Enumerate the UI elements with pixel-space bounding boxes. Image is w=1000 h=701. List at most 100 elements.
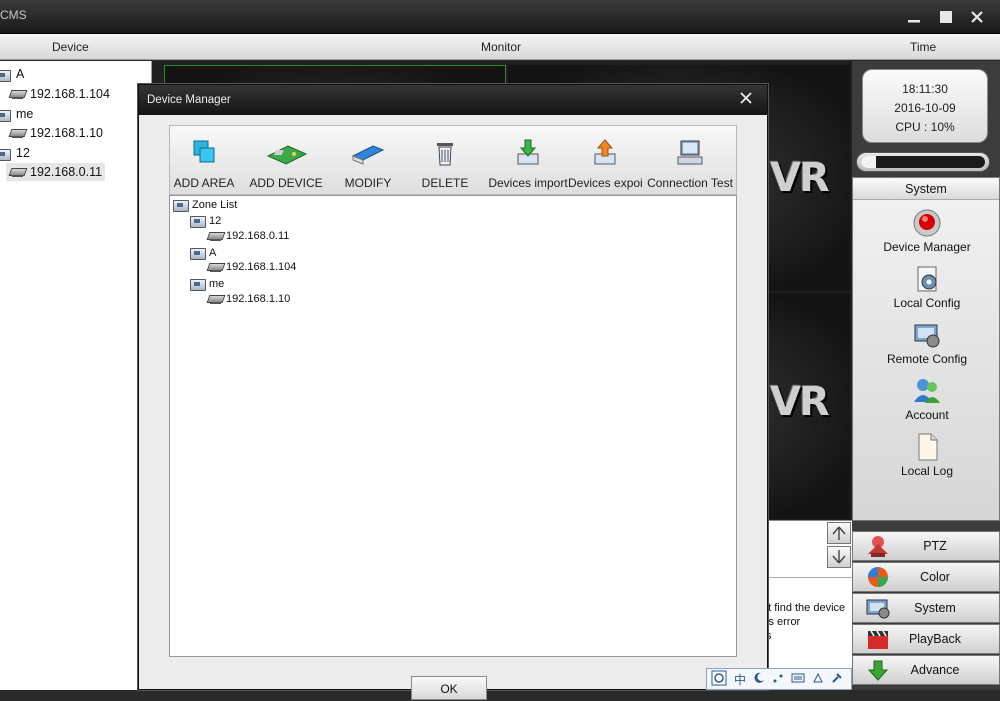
- zone-folder-icon: [190, 277, 206, 291]
- scroll-up-button[interactable]: [827, 522, 851, 544]
- zone-item-a[interactable]: A: [190, 246, 217, 260]
- zone-device-label: 192.168.1.10: [226, 293, 291, 305]
- tree-area-label: 12: [16, 146, 30, 160]
- connection-test-label: Connection Test: [647, 176, 733, 190]
- nav-system-button[interactable]: System: [852, 593, 1000, 623]
- remote-config-label: Remote Config: [886, 352, 968, 366]
- zone-list-label: Zone List: [192, 198, 238, 211]
- zone-device-192-168-1-10[interactable]: 192.168.1.10: [207, 293, 290, 305]
- minimize-icon[interactable]: [903, 6, 925, 28]
- video-watermark: VR: [770, 379, 830, 425]
- device-manager-button[interactable]: Device Manager: [853, 208, 1000, 254]
- nav-playback-label: PlayBack: [908, 632, 962, 646]
- tree-device-label: 192.168.1.10: [30, 126, 103, 140]
- ime-logo-icon[interactable]: [711, 670, 727, 689]
- connection-test-button[interactable]: Connection Test: [644, 132, 736, 192]
- local-config-button[interactable]: Local Config: [853, 264, 1000, 310]
- system-panel: System Device Manager Local Config Remot…: [852, 177, 1000, 521]
- tree-device-192-168-1-104[interactable]: 192.168.1.104: [6, 85, 113, 103]
- tree-area-me[interactable]: me: [0, 105, 36, 123]
- zone-device-label: 192.168.0.11: [226, 230, 290, 242]
- device-manager-label: Device Manager: [883, 240, 971, 254]
- tree-device-label: 192.168.1.104: [30, 87, 110, 101]
- dialog-close-icon[interactable]: [739, 89, 753, 109]
- area-folder-icon: [0, 68, 11, 82]
- dialog-toolbar: ADD AREA ADD DEVICE MODIFY DELETE Device…: [169, 125, 737, 195]
- system-icon: [865, 596, 891, 620]
- account-button[interactable]: Account: [853, 376, 1000, 422]
- local-log-button[interactable]: Local Log: [853, 432, 1000, 478]
- column-header-bar: Device Monitor Time: [0, 34, 1000, 60]
- users-icon: [912, 376, 942, 406]
- nav-playback-button[interactable]: PlayBack: [852, 624, 1000, 654]
- zone-device-192-168-1-104[interactable]: 192.168.1.104: [207, 261, 296, 273]
- ok-button[interactable]: OK: [411, 676, 487, 700]
- dvr-device-icon: [207, 293, 223, 305]
- time-column-header: Time: [910, 40, 937, 54]
- nav-system-label: System: [914, 601, 956, 615]
- modify-label: MODIFY: [344, 176, 392, 190]
- tree-area-label: me: [16, 107, 34, 121]
- clapper-icon: [865, 627, 891, 651]
- nav-color-button[interactable]: Color: [852, 562, 1000, 592]
- nav-ptz-label: PTZ: [923, 539, 947, 553]
- devices-import-button[interactable]: Devices import: [488, 132, 568, 192]
- dvr-device-icon: [207, 230, 223, 242]
- zone-folder-icon: [173, 198, 189, 212]
- delete-button[interactable]: DELETE: [410, 132, 480, 192]
- tree-area-a[interactable]: A: [0, 65, 27, 83]
- tree-device-label: 192.168.0.11: [30, 165, 103, 179]
- ime-language[interactable]: 中: [734, 671, 746, 688]
- document-icon: [912, 432, 942, 462]
- remote-config-button[interactable]: Remote Config: [853, 320, 1000, 366]
- close-icon[interactable]: [966, 6, 988, 28]
- zone-list-tree: Zone List 12 192.168.0.11 A 192.168.1.10…: [169, 195, 737, 657]
- local-log-label: Local Log: [900, 464, 954, 478]
- punctuation-icon[interactable]: [772, 672, 784, 687]
- toolbox-icon[interactable]: [812, 672, 824, 687]
- progress-fill: [861, 156, 876, 168]
- connection-test-icon: [675, 138, 705, 168]
- moon-icon[interactable]: [753, 672, 765, 687]
- zone-label: 12: [209, 214, 222, 227]
- maximize-icon[interactable]: [935, 6, 957, 28]
- progress-bar: [856, 152, 990, 172]
- modify-button[interactable]: MODIFY: [336, 132, 400, 192]
- title-bar: CMS: [0, 0, 1000, 34]
- zone-item-me[interactable]: me: [190, 277, 224, 291]
- dvr-device-icon: [9, 88, 25, 100]
- settings-icon[interactable]: [831, 672, 843, 687]
- keyboard-icon[interactable]: [791, 672, 805, 687]
- tree-device-192-168-0-11[interactable]: 192.168.0.11: [6, 163, 106, 181]
- dialog-title: Device Manager: [147, 94, 231, 106]
- nav-advance-label: Advance: [910, 663, 960, 677]
- zone-folder-icon: [190, 246, 206, 260]
- nav-ptz-button[interactable]: PTZ: [852, 531, 1000, 561]
- local-config-icon: [912, 264, 942, 294]
- devices-import-label: Devices import: [488, 176, 568, 190]
- video-watermark: VR: [770, 155, 830, 201]
- nav-advance-button[interactable]: Advance: [852, 655, 1000, 685]
- zone-device-192-168-0-11[interactable]: 192.168.0.11: [207, 230, 289, 242]
- add-area-button[interactable]: ADD AREA: [172, 132, 236, 192]
- device-manager-dialog: Device Manager ADD AREA ADD DEVICE MODIF…: [138, 84, 768, 700]
- import-icon: [513, 138, 543, 168]
- scroll-down-button[interactable]: [827, 546, 851, 568]
- log-line: 't find the device: [766, 602, 846, 614]
- zone-label: A: [209, 246, 217, 259]
- add-device-button[interactable]: ADD DEVICE: [244, 132, 328, 192]
- add-device-icon: [264, 138, 308, 168]
- tree-device-192-168-1-10[interactable]: 192.168.1.10: [6, 124, 106, 142]
- dvr-device-icon: [9, 127, 25, 139]
- remote-config-icon: [912, 320, 942, 350]
- dvr-device-icon: [207, 261, 223, 273]
- devices-export-button[interactable]: Devices expoi: [568, 132, 642, 192]
- progress-track: [861, 156, 985, 168]
- zone-list-root[interactable]: Zone List: [173, 198, 238, 212]
- log-line: s: [766, 630, 772, 642]
- tree-area-12[interactable]: 12: [0, 144, 33, 162]
- monitor-column-header: Monitor: [481, 40, 522, 54]
- zone-item-12[interactable]: 12: [190, 214, 222, 228]
- export-icon: [590, 138, 620, 168]
- add-device-label: ADD DEVICE: [249, 176, 323, 190]
